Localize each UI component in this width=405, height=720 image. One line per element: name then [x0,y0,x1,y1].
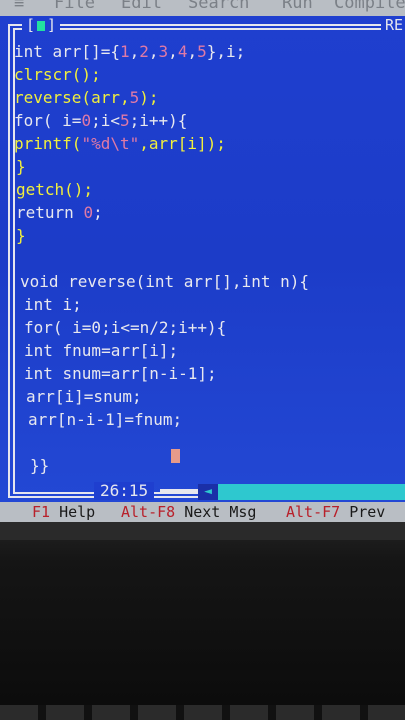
cursor-position: 26:15 [94,482,155,500]
code-token: 5 [129,88,140,107]
menu-file[interactable]: File [54,0,95,13]
code-token: } [16,157,26,176]
code-token: },i; [206,42,246,61]
code-line[interactable]: int snum=arr[n-i-1]; [14,362,394,385]
code-line[interactable]: void reverse(int arr[],int n){ [14,270,394,293]
editor-window[interactable]: [] RE int arr[]={1,2,3,4,5},i; clrscr(); r… [0,16,405,502]
fkey-help[interactable]: F1 Help [32,502,95,522]
code-line[interactable]: } [14,155,394,178]
fkey-prev-msg-key: Alt-F7 [286,503,350,521]
code-token: , [168,42,178,61]
system-menu[interactable]: ≡ [14,0,24,13]
code-token: , [148,42,159,61]
code-token: return [16,203,84,222]
code-line[interactable]: printf("%d\t",arr[i]); [14,132,394,155]
code-token: void reverse(int arr[],int n){ [20,272,309,291]
text-cursor [171,449,180,463]
code-line[interactable]: for( i=0;i<5;i++){ [14,109,394,132]
code-token: , [129,42,140,61]
code-token: int snum=arr[n-i-1]; [24,364,217,383]
code-token: for( i= [14,111,82,130]
code-line[interactable]: int i; [14,293,394,316]
code-line[interactable]: int fnum=arr[i]; [14,339,394,362]
fkey-next-msg[interactable]: Alt-F8 Next Msg [121,502,256,522]
code-line[interactable]: getch(); [14,178,394,201]
code-token: int i; [24,295,82,314]
monitor-bezel [0,522,405,720]
fkey-help-label: Help [59,503,96,521]
fkey-help-key: F1 [32,503,60,521]
code-token: 5 [197,42,207,61]
fkey-prev-msg-label: Prev [349,503,386,521]
code-area[interactable]: int arr[]={1,2,3,4,5},i; clrscr(); reverse… [14,40,394,477]
code-token: 3 [158,42,169,61]
menu-compile[interactable]: Compile [334,0,405,13]
fkey-next-msg-key: Alt-F8 [121,503,185,521]
code-token: }} [30,456,50,475]
code-token: getch(); [16,180,94,199]
code-token: ;i< [91,111,120,130]
code-line[interactable]: clrscr(); [14,63,394,86]
code-line[interactable]: arr[n-i-1]=fnum; [14,408,394,431]
scroll-left-arrow-icon[interactable]: ◄ [198,484,218,500]
menu-search[interactable]: Search [188,0,249,13]
code-line[interactable]: return 0; [14,201,394,224]
window-title: RE [380,16,405,34]
code-token: , [187,42,198,61]
code-token: for( i=0;i<=n/2;i++){ [24,318,227,337]
code-token: int fnum=arr[i]; [24,341,179,360]
monitor-bezel-edge [0,522,405,540]
menu-run[interactable]: Run [282,0,313,13]
code-token: 0 [83,203,94,222]
keyboard-edge [0,705,405,720]
code-token: 0 [81,111,92,130]
code-token: 5 [119,111,130,130]
code-token: 1 [119,42,130,61]
fkey-next-msg-label: Next Msg [184,503,257,521]
close-icon [37,21,46,31]
code-token: "%d\t" [81,134,140,153]
code-token: printf( [14,134,82,153]
horizontal-scrollbar[interactable]: ◄ [198,484,405,500]
code-line[interactable]: reverse(arr,5); [14,86,394,109]
code-token: 4 [177,42,188,61]
fkey-prev-msg[interactable]: Alt-F7 Prev [286,502,385,522]
code-token: 2 [139,42,149,61]
code-token: int arr[]={ [14,42,120,61]
frame-segment [160,489,198,492]
close-button[interactable]: [] [22,16,61,34]
menu-bar: ≡ File Edit Search Run Compile [0,0,405,16]
function-key-bar: F1 Help Alt-F8 Next Msg Alt-F7 Prev [0,502,405,522]
menu-edit[interactable]: Edit [121,0,162,13]
code-line[interactable] [14,431,394,454]
code-line[interactable]: arr[i]=snum; [14,385,394,408]
code-line[interactable]: }} [14,454,394,477]
code-token: reverse(arr, [14,88,130,107]
code-token: } [16,226,26,245]
code-token: ); [139,88,159,107]
code-line[interactable]: int arr[]={1,2,3,4,5},i; [14,40,394,63]
code-token: ; [93,203,103,222]
code-line[interactable]: } [14,224,394,247]
code-token: clrscr(); [14,65,101,84]
code-line[interactable]: for( i=0;i<=n/2;i++){ [14,316,394,339]
code-token: ;i++){ [129,111,188,130]
code-token: arr[n-i-1]=fnum; [28,410,183,429]
code-token: arr[i]=snum; [26,387,142,406]
code-line[interactable] [14,247,394,270]
code-token: ,arr[i]); [139,134,226,153]
